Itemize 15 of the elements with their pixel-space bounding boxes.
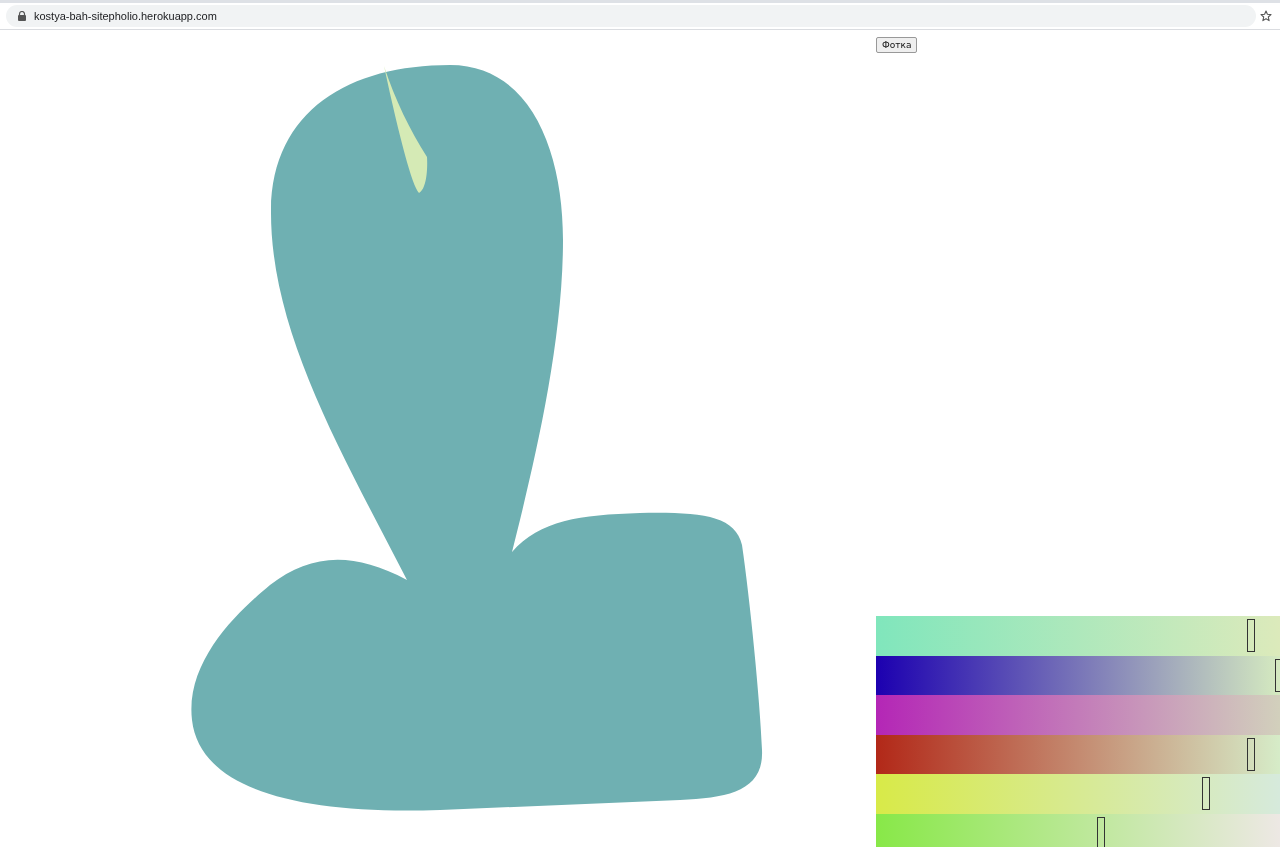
slider-thumb[interactable] [1246,737,1255,771]
gradient-slider[interactable] [876,814,1280,847]
gradient-slider[interactable] [876,734,1280,775]
gradient-slider[interactable] [876,616,1280,656]
url-text: kostya-bah-sitepholio.herokuapp.com [34,10,217,22]
photo-button[interactable]: Фотка [876,37,918,53]
slider-thumb[interactable] [1202,777,1211,811]
gradient-slider[interactable] [876,774,1280,814]
lock-icon [18,11,26,21]
slider-thumb[interactable] [1246,619,1255,653]
address-bar[interactable]: kostya-bah-sitepholio.herokuapp.com [6,5,1256,27]
bookmark-star-icon[interactable] [1260,10,1272,22]
slider-thumb[interactable] [1097,817,1106,847]
gradient-slider[interactable] [876,655,1280,696]
gradient-slider[interactable] [876,695,1280,735]
